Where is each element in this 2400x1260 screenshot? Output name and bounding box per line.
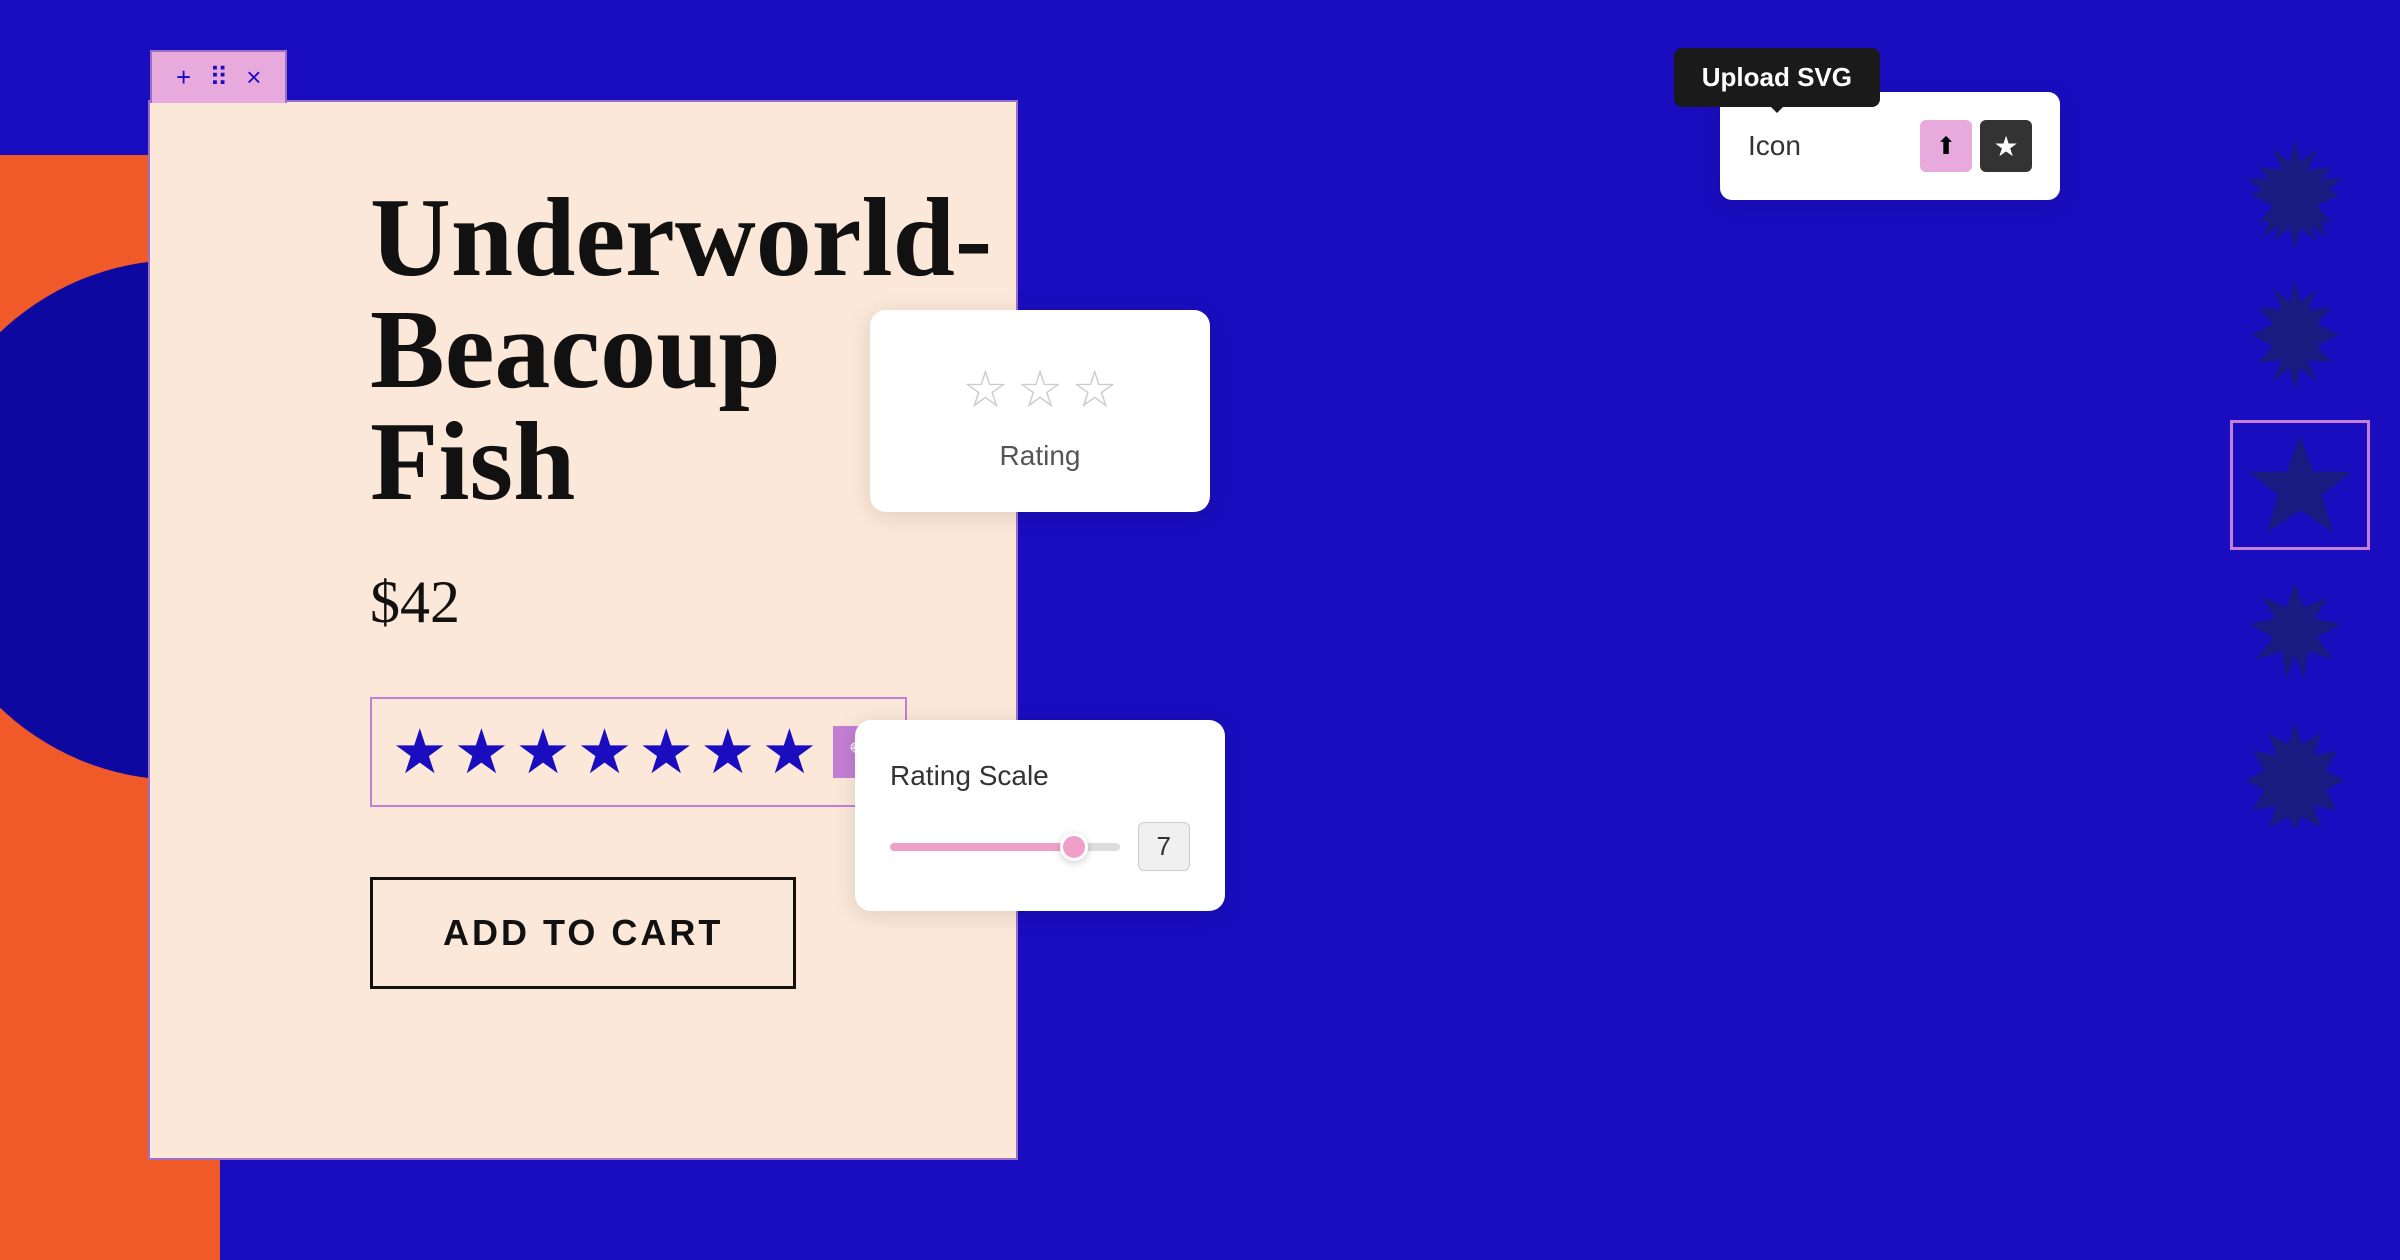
product-title: Underworld-Beacoup Fish <box>370 182 936 518</box>
icon-panel-row: Icon ⬆ ★ <box>1748 120 2032 172</box>
slider-thumb[interactable] <box>1060 833 1088 861</box>
product-price: $42 <box>370 568 936 637</box>
star-2[interactable]: ★ <box>454 715 510 789</box>
star-3[interactable]: ★ <box>515 715 571 789</box>
tab-close-icon[interactable]: × <box>246 62 261 93</box>
slider-row: 7 <box>890 822 1190 871</box>
upload-svg-tooltip: Upload SVG <box>1674 48 1880 107</box>
star-1[interactable]: ★ <box>392 715 448 789</box>
star-select-icon: ★ <box>1993 130 2018 163</box>
star-6-icon-selected <box>2245 430 2355 540</box>
star-4[interactable]: ★ <box>577 715 633 789</box>
upload-icon-button[interactable]: ⬆ <box>1920 120 1972 172</box>
rating-scale-title: Rating Scale <box>890 760 1190 792</box>
stars-rating-row[interactable]: ★ ★ ★ ★ ★ ★ ★ ✎ <box>370 697 907 807</box>
tab-add-icon: + <box>176 62 191 93</box>
tab-grid-icon: ⠿ <box>209 62 228 93</box>
star-shape-1[interactable] <box>2230 140 2360 250</box>
star-shape-2[interactable] <box>2230 280 2360 390</box>
star-shape-3[interactable] <box>2230 580 2360 690</box>
rating-empty-stars: ☆ ☆ ☆ <box>962 360 1118 420</box>
star-shape-selected[interactable] <box>2230 420 2370 550</box>
add-to-cart-button[interactable]: ADD TO CART <box>370 877 796 989</box>
star-icon-button[interactable]: ★ <box>1980 120 2032 172</box>
burst-6-icon <box>2240 580 2350 690</box>
product-card: + ⠿ × Underworld-Beacoup Fish $42 ★ ★ ★ … <box>148 100 1018 1160</box>
star-5[interactable]: ★ <box>638 715 694 789</box>
empty-star-1[interactable]: ☆ <box>962 360 1009 420</box>
star-6[interactable]: ★ <box>700 715 756 789</box>
burst-8-icon-2 <box>2240 280 2350 390</box>
rating-widget: ☆ ☆ ☆ Rating <box>870 310 1210 512</box>
star-7[interactable]: ★ <box>762 715 818 789</box>
slider-value: 7 <box>1138 822 1190 871</box>
card-tab: + ⠿ × <box>150 50 287 103</box>
stars-column <box>2230 140 2370 830</box>
upload-icon: ⬆ <box>1936 132 1956 161</box>
empty-star-2[interactable]: ☆ <box>1017 360 1064 420</box>
rating-widget-label: Rating <box>1000 440 1081 472</box>
star-shape-4[interactable] <box>2230 720 2360 830</box>
slider-track[interactable] <box>890 843 1120 851</box>
empty-star-3[interactable]: ☆ <box>1071 360 1118 420</box>
icon-options: ⬆ ★ <box>1920 120 2032 172</box>
icon-panel-label: Icon <box>1748 130 1801 162</box>
burst-7-icon <box>2240 720 2350 830</box>
rating-scale-widget: Rating Scale 7 <box>855 720 1225 911</box>
burst-8-icon-1 <box>2240 140 2350 250</box>
